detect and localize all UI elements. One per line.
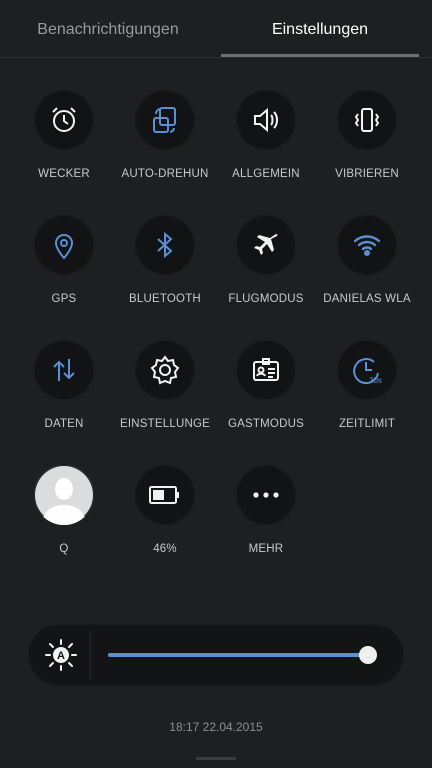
brightness-slider-fill (108, 653, 368, 657)
tile-button[interactable] (135, 215, 195, 275)
tile-button[interactable] (34, 215, 94, 275)
tile-wifi[interactable]: DANIELAS WLA (315, 215, 419, 325)
tile-label: 46% (153, 543, 177, 555)
airplane-icon (250, 229, 282, 261)
auto-brightness-icon: A (42, 636, 80, 674)
more-dots-icon (250, 490, 282, 500)
tile-label: MEHR (248, 543, 284, 555)
tile-bluetooth[interactable]: BLUETOOTH (113, 215, 217, 325)
tile-vibrate[interactable]: VIBRIEREN (315, 90, 419, 200)
battery-icon (148, 484, 182, 506)
auto-rotate-icon (149, 104, 181, 136)
tile-label: ZEITLIMIT (338, 418, 396, 430)
tile-label: GASTMODUS (228, 418, 304, 430)
tile-button[interactable] (34, 465, 94, 525)
tile-settings[interactable]: EINSTELLUNGE (113, 340, 217, 450)
bluetooth-icon (149, 229, 181, 261)
tile-label: AUTO-DREHUN (121, 168, 209, 180)
tile-button[interactable] (135, 465, 195, 525)
tile-button[interactable] (236, 465, 296, 525)
user-avatar-icon (34, 465, 94, 525)
tab-notifications[interactable]: Benachrichtigungen (0, 0, 216, 58)
tile-label: DATEN (44, 418, 84, 430)
wifi-icon (351, 229, 383, 261)
brightness-slider-thumb[interactable] (358, 646, 377, 664)
tile-button[interactable] (34, 340, 94, 400)
location-pin-icon (48, 229, 80, 261)
gear-icon (149, 354, 181, 386)
tile-more[interactable]: MEHR (214, 465, 318, 575)
tile-button[interactable] (236, 340, 296, 400)
tile-button[interactable] (135, 340, 195, 400)
tile-guest[interactable]: GASTMODUS (214, 340, 318, 450)
tile-label: BLUETOOTH (129, 293, 201, 305)
drag-handle[interactable] (196, 757, 236, 760)
vibrate-icon (351, 104, 383, 136)
tile-label: FLUGMODUS (228, 293, 304, 305)
tile-data[interactable]: DATEN (12, 340, 116, 450)
timer-badge: 30s (369, 376, 382, 385)
id-card-icon (250, 354, 282, 386)
tile-button[interactable] (135, 90, 195, 150)
tile-sound[interactable]: ALLGEMEIN (214, 90, 318, 200)
tile-label: Q (59, 543, 69, 555)
date-time: 18:17 22.04.2015 (169, 720, 263, 734)
tile-gps[interactable]: GPS (12, 215, 116, 325)
auto-brightness-letter: A (57, 650, 65, 662)
auto-brightness-toggle[interactable]: A (42, 636, 80, 674)
tab-bar: Benachrichtigungen Einstellungen (0, 0, 432, 58)
data-arrows-icon (48, 354, 80, 386)
tile-label: EINSTELLUNGE (120, 418, 210, 430)
tile-battery[interactable]: 46% (113, 465, 217, 575)
tile-timeout[interactable]: 30s ZEITLIMIT (315, 340, 419, 450)
tile-label: ALLGEMEIN (232, 168, 300, 180)
tile-button[interactable]: 30s (337, 340, 397, 400)
alarm-clock-icon (48, 104, 80, 136)
tile-wecker[interactable]: WECKER (12, 90, 116, 200)
tile-autorotate[interactable]: AUTO-DREHUN (113, 90, 217, 200)
brightness-bar: A (28, 624, 404, 686)
tile-label: VIBRIEREN (335, 168, 399, 180)
tile-user[interactable]: Q (12, 465, 116, 575)
tile-label: DANIELAS WLA (323, 293, 411, 305)
timer-icon: 30s (350, 353, 384, 387)
tile-label: WECKER (38, 168, 90, 180)
brightness-separator (90, 630, 91, 680)
tile-button[interactable] (337, 215, 397, 275)
tile-flightmode[interactable]: FLUGMODUS (214, 215, 318, 325)
tile-button[interactable] (236, 215, 296, 275)
tab-divider (0, 57, 432, 58)
speaker-icon (250, 104, 282, 136)
brightness-slider-track[interactable] (108, 653, 376, 657)
tile-button[interactable] (236, 90, 296, 150)
tile-label: GPS (51, 293, 77, 305)
tab-settings[interactable]: Einstellungen (221, 0, 419, 58)
tile-button[interactable] (34, 90, 94, 150)
tile-button[interactable] (337, 90, 397, 150)
